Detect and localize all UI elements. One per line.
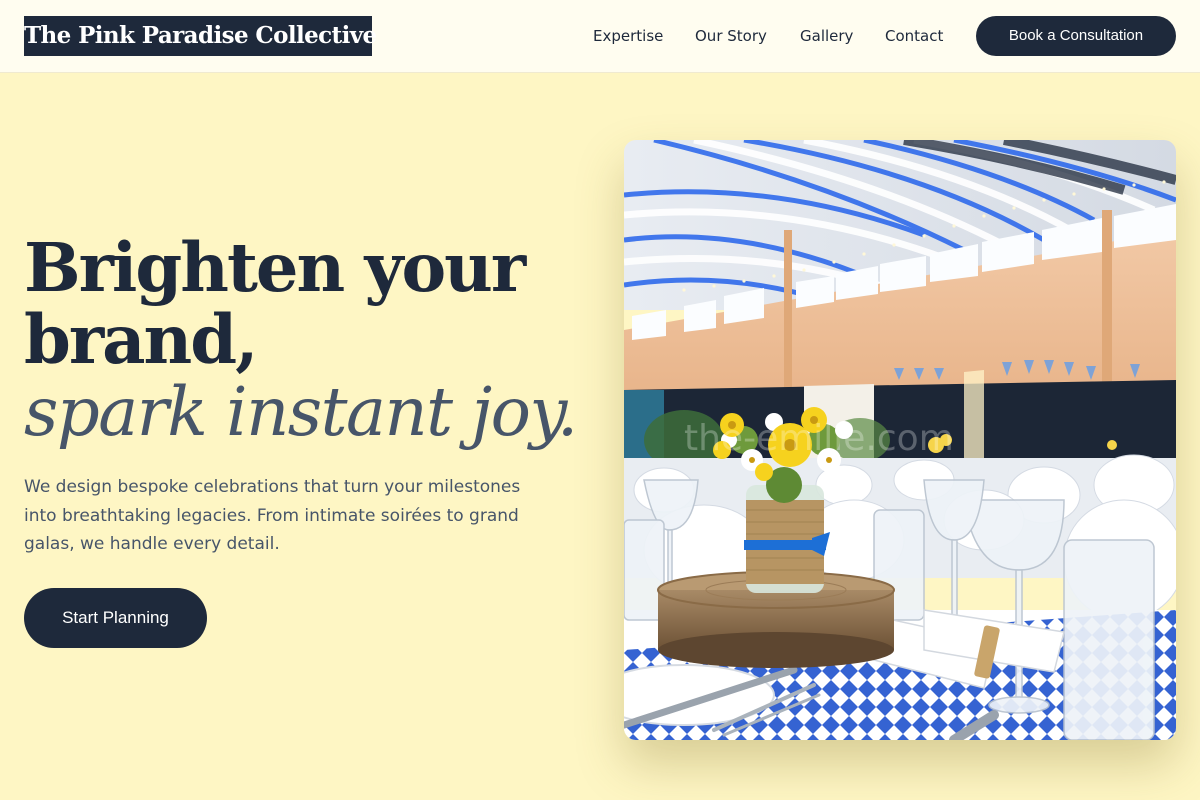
start-planning-button[interactable]: Start Planning	[24, 588, 207, 648]
brand-logo[interactable]: The Pink Paradise Collective	[24, 16, 377, 56]
site-header: The Pink Paradise Collective Expertise O…	[0, 0, 1200, 73]
hero-headline: Brighten your brand, spark instant joy.	[24, 232, 604, 451]
nav-link-gallery[interactable]: Gallery	[800, 26, 853, 46]
banquet-hall-photo: the-emilie.com	[624, 140, 1176, 740]
book-consultation-button[interactable]: Book a Consultation	[976, 16, 1176, 56]
nav-link-our-story[interactable]: Our Story	[695, 26, 767, 46]
headline-main: Brighten your brand,	[24, 228, 526, 379]
headline-accent: spark instant joy.	[24, 373, 578, 451]
hero-description: We design bespoke celebrations that turn…	[24, 477, 521, 554]
hero-image: the-emilie.com	[624, 140, 1176, 740]
nav-link-expertise[interactable]: Expertise	[593, 26, 663, 46]
nav-link-contact[interactable]: Contact	[885, 26, 943, 46]
image-watermark: the-emilie.com	[684, 418, 954, 459]
